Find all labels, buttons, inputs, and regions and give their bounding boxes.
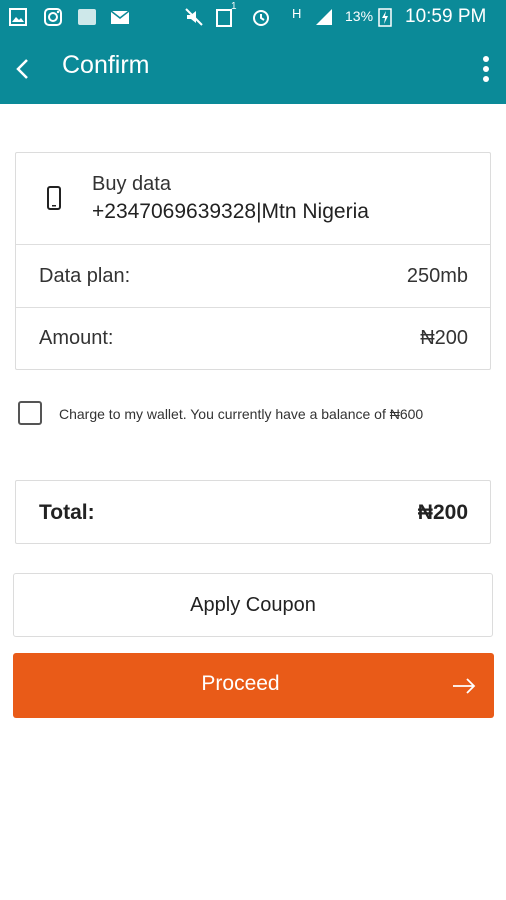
notification-count: 1 <box>231 1 237 12</box>
signal-icon <box>316 9 332 25</box>
wallet-balance-text: Charge to my wallet. You currently have … <box>59 406 424 422</box>
arrow-right-icon <box>453 678 476 694</box>
total-value: ₦200 <box>417 501 468 524</box>
proceed-button[interactable]: Proceed <box>13 653 494 718</box>
wallet-checkbox[interactable] <box>18 401 42 425</box>
data-plan-row: Data plan: 250mb <box>16 245 490 308</box>
instagram-icon <box>44 8 62 26</box>
amount-value: ₦200 <box>420 327 468 349</box>
email-icon <box>110 10 130 24</box>
clock: 10:59 PM <box>405 6 487 27</box>
proceed-label: Proceed <box>201 672 280 695</box>
total-label: Total: <box>39 501 95 524</box>
network-type: H <box>292 6 302 21</box>
page-title: Confirm <box>62 51 150 79</box>
data-plan-value: 250mb <box>406 265 468 287</box>
amount-row: Amount: ₦200 <box>16 307 490 369</box>
amount-label: Amount: <box>39 327 114 349</box>
more-vert-icon[interactable] <box>474 54 498 84</box>
app-bar: Confirm <box>0 34 506 104</box>
total-card: Total: ₦200 <box>15 480 491 544</box>
apply-coupon-button[interactable]: Apply Coupon <box>13 573 493 637</box>
alarm-icon <box>253 10 269 26</box>
gallery-icon <box>9 8 27 26</box>
data-plan-label: Data plan: <box>39 265 131 287</box>
mute-icon <box>185 8 203 26</box>
wallet-option: Charge to my wallet. You currently have … <box>16 400 496 432</box>
truecaller-icon <box>78 9 96 25</box>
back-arrow-icon[interactable] <box>8 54 38 84</box>
order-summary-card: Buy data +2347069639328|Mtn Nigeria Data… <box>15 152 491 370</box>
smartphone-icon <box>47 186 61 210</box>
battery-percent: 13% <box>345 8 374 24</box>
battery-charging-icon <box>378 8 392 27</box>
phone-number-network: +2347069639328|Mtn Nigeria <box>92 200 369 223</box>
order-header: Buy data +2347069639328|Mtn Nigeria <box>16 153 490 245</box>
order-type-label: Buy data <box>92 173 171 195</box>
status-bar: 1 H 13% 10:59 PM <box>0 0 506 34</box>
